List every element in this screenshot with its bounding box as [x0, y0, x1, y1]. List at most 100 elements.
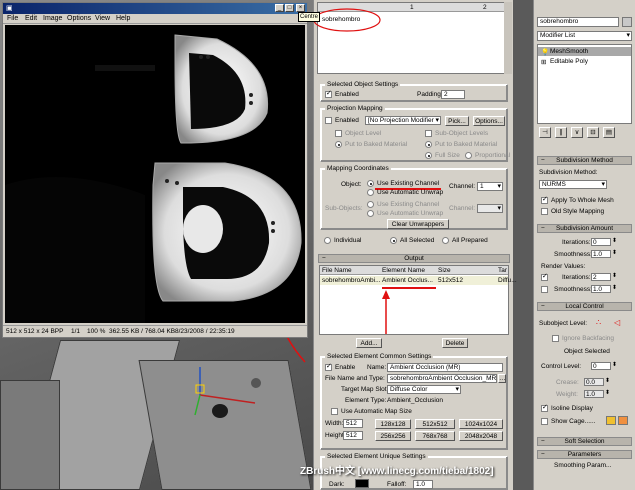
menu-options[interactable]: Options — [67, 15, 91, 22]
subdivision-method-dropdown[interactable]: NURMS — [539, 180, 607, 189]
projection-enabled-checkbox[interactable] — [325, 117, 332, 124]
edge-subobject-icon[interactable]: ◁ — [614, 318, 624, 328]
size-1024-button[interactable]: 1024x1024 — [459, 419, 503, 429]
size-512-button[interactable]: 512x512 — [415, 419, 455, 429]
close-button[interactable]: × — [296, 4, 305, 12]
options-button[interactable]: Options... — [473, 116, 505, 126]
soft-selection-rollout[interactable]: Soft Selection — [537, 437, 632, 446]
minimize-button[interactable]: _ — [275, 4, 284, 12]
individual-radio[interactable] — [324, 237, 331, 244]
render-iterations-spinner[interactable]: 2 — [591, 273, 617, 281]
object-color-swatch[interactable] — [622, 17, 632, 27]
use-automatic-unwrap-radio[interactable] — [367, 189, 374, 196]
subdivision-amount-rollout[interactable]: Subdivision Amount — [537, 224, 632, 233]
frame-buffer-title-bar[interactable]: ▣ _ □ × — [3, 3, 307, 14]
modifier-list-dropdown[interactable]: Modifier List — [537, 31, 632, 41]
old-style-mapping-checkbox[interactable] — [541, 208, 548, 215]
render-iterations-checkbox[interactable] — [541, 273, 548, 281]
transform-gizmo[interactable] — [160, 355, 270, 465]
use-automatic-map-size-checkbox[interactable] — [331, 408, 338, 415]
make-unique-icon[interactable]: ∨ — [571, 127, 583, 138]
use-existing-channel-label: Use Existing Channel — [377, 180, 440, 187]
clear-unwrappers-button[interactable]: Clear Unwrappers — [387, 219, 449, 229]
all-selected-label: All Selected — [400, 237, 435, 244]
add-button[interactable]: Add... — [356, 338, 382, 348]
show-end-result-icon[interactable]: ∥ — [555, 127, 567, 138]
weight-spinner[interactable]: 1.0 — [584, 390, 610, 398]
output-list[interactable]: File Name Element Name Size Tar sobrehom… — [319, 265, 517, 335]
frame-buffer-window[interactable]: ▣ _ □ × File Edit Image Options View Hel… — [2, 2, 308, 338]
object-level-checkbox[interactable] — [335, 130, 342, 137]
pick-button[interactable]: Pick... — [445, 116, 469, 126]
menu-view[interactable]: View — [95, 15, 110, 22]
use-existing-channel-radio[interactable] — [367, 180, 374, 187]
render-smoothness-spinner[interactable]: 1.0 — [591, 285, 617, 293]
element-name-field[interactable]: Ambient Occlusion (MR) — [387, 363, 503, 372]
expand-icon[interactable]: ⊞ — [541, 58, 546, 66]
full-size-radio[interactable] — [425, 152, 432, 159]
size-2048-button[interactable]: 2048x2048 — [459, 431, 503, 441]
output-rollout-header[interactable]: Output — [318, 254, 510, 263]
full-size-label: Full Size — [435, 152, 460, 159]
sub-use-auto-radio[interactable] — [367, 210, 374, 217]
cage-selected-color-swatch[interactable] — [618, 416, 628, 425]
projection-modifier-dropdown[interactable]: [No Projection Modifier — [365, 116, 441, 125]
frame-buffer-menu: File Edit Image Options View Help — [3, 14, 307, 24]
browse-button[interactable]: … — [498, 374, 506, 383]
proportional-radio[interactable] — [465, 152, 472, 159]
parameters-rollout[interactable]: Parameters — [537, 450, 632, 459]
render-smoothness-checkbox[interactable] — [541, 286, 548, 293]
sub-object-levels-checkbox[interactable] — [425, 130, 432, 137]
isoline-display-checkbox[interactable] — [541, 404, 548, 412]
iterations-spinner[interactable]: 0 — [591, 238, 617, 246]
height-spinner[interactable]: 512 — [343, 431, 363, 440]
apply-whole-mesh-checkbox[interactable] — [541, 196, 548, 204]
pin-stack-icon[interactable]: ⊣ — [539, 127, 551, 138]
object-name-field[interactable]: sobrehombro — [537, 17, 619, 27]
cage-color-swatch[interactable] — [606, 416, 616, 425]
delete-button[interactable]: Delete — [442, 338, 468, 348]
channel-spinner[interactable]: 1 — [477, 182, 503, 191]
dark-color-swatch[interactable] — [355, 479, 369, 488]
stack-item-editable-poly[interactable]: ⊞ Editable Poly — [538, 57, 631, 66]
status-image-size: 512 x 512 x 24 BPP — [6, 328, 64, 335]
sub-use-existing-radio[interactable] — [367, 201, 374, 208]
modifier-stack[interactable]: 💡 MeshSmooth ⊞ Editable Poly — [537, 44, 632, 124]
element-enable-checkbox[interactable] — [325, 363, 332, 371]
objects-scrollbar[interactable] — [504, 2, 512, 74]
crease-spinner[interactable]: 0.0 — [584, 378, 610, 386]
width-spinner[interactable]: 512 — [343, 419, 363, 428]
objects-list[interactable]: 1 2 sobrehombro — [313, 2, 511, 74]
all-selected-radio[interactable] — [390, 237, 397, 244]
stack-item-meshsmooth[interactable]: 💡 MeshSmooth — [538, 47, 631, 56]
menu-file[interactable]: File — [7, 15, 18, 22]
bulb-icon[interactable]: 💡 — [541, 48, 549, 56]
menu-help[interactable]: Help — [116, 15, 130, 22]
sub-channel-spinner[interactable] — [477, 204, 503, 213]
size-128-button[interactable]: 128x128 — [375, 419, 411, 429]
size-256-button[interactable]: 256x256 — [375, 431, 411, 441]
smoothness-spinner[interactable]: 1.0 — [591, 250, 617, 258]
falloff-spinner[interactable]: 1.0 — [413, 480, 433, 489]
menu-image[interactable]: Image — [43, 15, 62, 22]
file-name-field[interactable]: sobrehombroAmbient Occlusion_MR — [387, 374, 497, 383]
size-768-button[interactable]: 768x768 — [415, 431, 455, 441]
target-map-slot-dropdown[interactable]: Diffuse Color — [387, 385, 461, 394]
all-prepared-radio[interactable] — [442, 237, 449, 244]
subdivision-method-rollout[interactable]: Subdivision Method — [537, 156, 632, 165]
menu-edit[interactable]: Edit — [25, 15, 37, 22]
local-control-rollout[interactable]: Local Control — [537, 302, 632, 311]
put-baked-2-radio[interactable] — [425, 141, 432, 148]
control-level-spinner[interactable]: 0 — [591, 362, 617, 370]
object-level-label: Object Level — [345, 130, 382, 137]
put-baked-radio[interactable] — [335, 141, 342, 148]
maximize-button[interactable]: □ — [285, 4, 294, 12]
show-cage-checkbox[interactable] — [541, 418, 548, 425]
output-row[interactable]: sobrehombroAmbi... Ambient Occlus... 512… — [320, 276, 517, 285]
ignore-backfacing-checkbox[interactable] — [552, 335, 559, 342]
enabled-checkbox[interactable] — [325, 90, 332, 98]
padding-spinner[interactable]: 2 — [441, 90, 465, 99]
configure-sets-icon[interactable]: ▤ — [603, 127, 615, 138]
vertex-subobject-icon[interactable]: ∴ — [596, 318, 606, 328]
remove-modifier-icon[interactable]: ⊟ — [587, 127, 599, 138]
